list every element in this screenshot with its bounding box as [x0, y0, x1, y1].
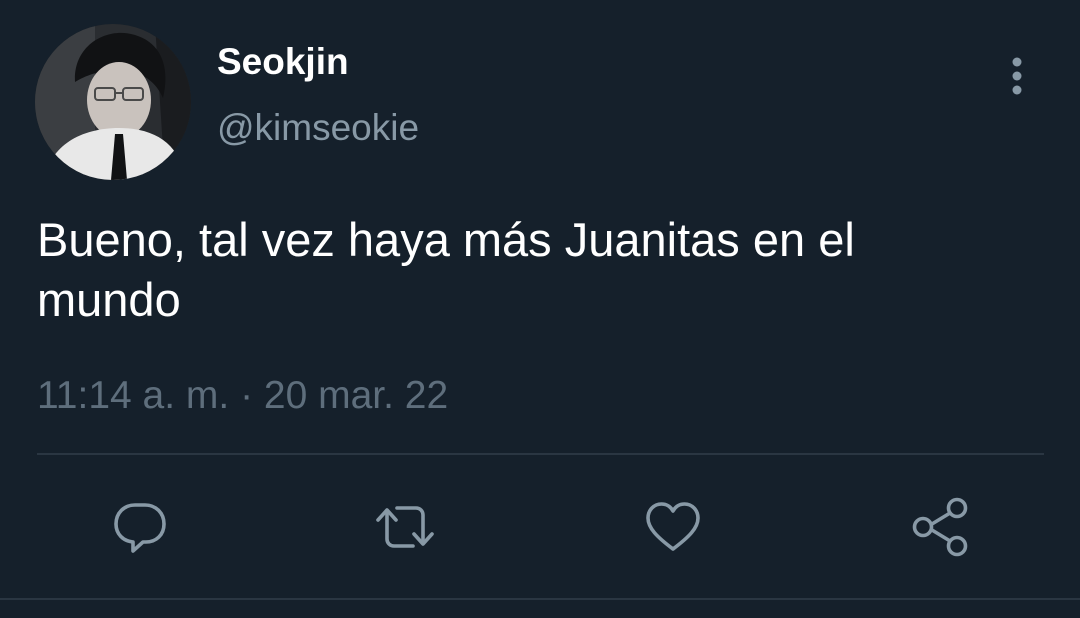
timestamp-separator: · — [229, 374, 264, 417]
share-button[interactable] — [908, 495, 972, 559]
tweet-text: Bueno, tal vez haya más Juanitas en el m… — [37, 213, 855, 326]
bottom-divider — [0, 598, 1080, 600]
reply-button[interactable] — [108, 495, 172, 559]
more-vertical-icon — [1012, 57, 1022, 95]
like-button[interactable] — [641, 495, 705, 559]
heart-icon — [646, 502, 700, 551]
retweet-button[interactable] — [373, 495, 437, 559]
tweet-time: 11:14 a. m. — [37, 374, 230, 417]
more-options-button[interactable] — [996, 52, 1038, 100]
avatar-photo — [35, 24, 191, 180]
tweet-card: Seokjin @kimseokie Bueno, tal vez haya m… — [0, 0, 1080, 618]
reply-icon — [114, 503, 166, 553]
share-icon — [912, 497, 968, 557]
retweet-icon — [376, 506, 434, 548]
tweet-date: 20 mar. 22 — [263, 374, 449, 417]
divider — [37, 453, 1044, 455]
display-name[interactable]: Seokjin — [217, 40, 349, 84]
user-handle[interactable]: @kimseokie — [217, 104, 419, 152]
avatar[interactable] — [35, 24, 191, 180]
tweet-timestamp[interactable]: 11:14 a. m. · 20 mar. 22 — [37, 370, 448, 422]
